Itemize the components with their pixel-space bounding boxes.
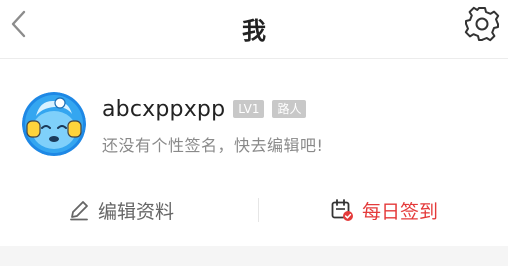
daily-checkin-label: 每日签到 — [362, 200, 439, 223]
avatar[interactable] — [22, 92, 86, 156]
top-bar: 我 — [0, 0, 508, 59]
username: abcxppxpp — [102, 96, 226, 122]
pencil-icon — [70, 201, 88, 221]
section-separator — [0, 246, 508, 266]
signature-text[interactable]: 还没有个性签名，快去编辑吧! — [102, 132, 323, 156]
page-title: 我 — [242, 17, 266, 45]
profile-actions: 编辑资料 每日签到 — [0, 180, 508, 240]
level-badge: LV1 — [233, 100, 265, 118]
mascot-avatar-icon — [22, 92, 86, 156]
calendar-check-icon — [331, 199, 353, 221]
edit-profile-label: 编辑资料 — [98, 200, 175, 223]
gear-icon — [464, 6, 500, 42]
role-badge: 路人 — [272, 100, 307, 118]
action-divider — [258, 198, 259, 222]
name-row: abcxppxpp LV1 路人 — [102, 95, 307, 123]
settings-button[interactable] — [462, 4, 502, 44]
profile-section: abcxppxpp LV1 路人 还没有个性签名，快去编辑吧! — [0, 59, 508, 179]
edit-profile-button[interactable]: 编辑资料 — [68, 180, 174, 240]
daily-checkin-button[interactable]: 每日签到 — [330, 180, 438, 240]
